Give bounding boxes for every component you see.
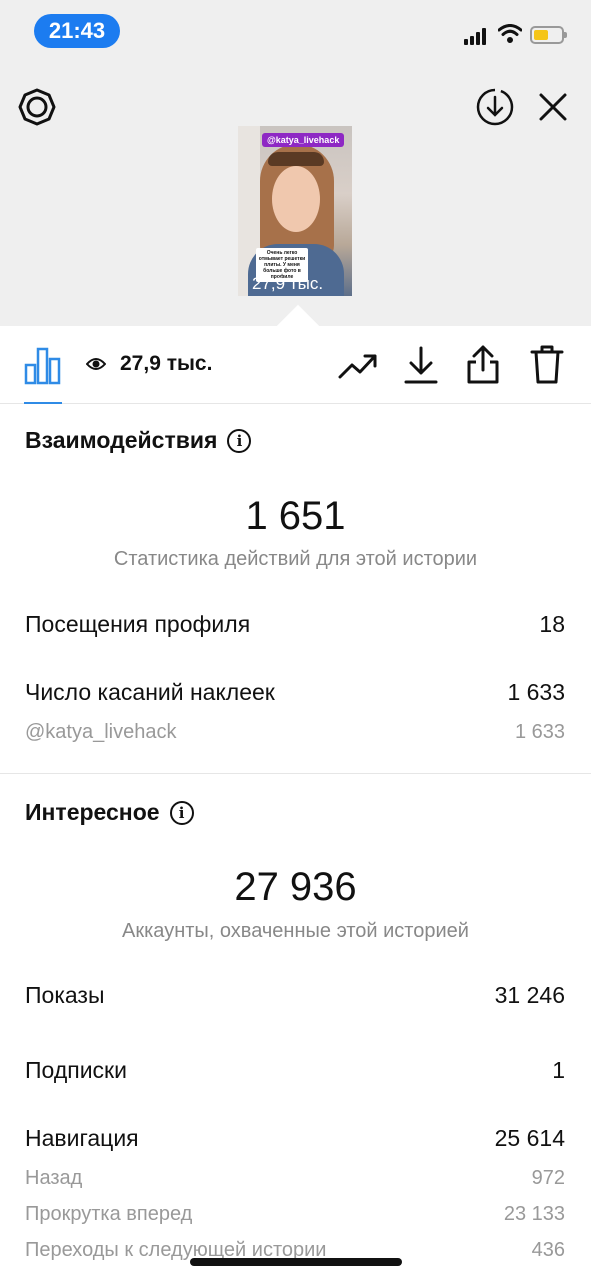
trending-icon[interactable] <box>336 346 380 386</box>
row-label: Число касаний наклеек <box>25 679 275 705</box>
interactions-subtitle: Статистика действий для этой истории <box>113 548 478 570</box>
row-label: Навигация <box>25 1125 139 1151</box>
share-icon[interactable] <box>462 342 504 386</box>
story-thumbnail[interactable]: @katya_livehack Очень легко отмывает реш… <box>238 126 352 296</box>
active-tab-indicator <box>24 402 62 404</box>
row-label: Прокрутка вперед <box>25 1203 193 1225</box>
interactions-heading: Взаимодействия i <box>25 427 252 454</box>
row-label: Назад <box>25 1167 83 1189</box>
download-icon[interactable] <box>400 344 442 386</box>
story-toolbar: 27,9 тыс. <box>0 326 591 404</box>
row-value: 23 133 <box>503 1203 565 1225</box>
list-item: Назад 972 <box>25 1167 565 1190</box>
discovery-subtitle: Аккаунты, охваченные этой историей <box>122 920 469 942</box>
interactions-total: 1 651 <box>245 494 346 538</box>
list-item: Посещения профиля 18 <box>25 611 565 638</box>
row-label[interactable]: @katya_livehack <box>25 721 176 744</box>
interactions-title: Взаимодействия <box>25 427 218 453</box>
row-label: Показы <box>25 982 105 1008</box>
list-item: Показы 31 246 <box>25 982 565 1009</box>
row-value: 1 <box>552 1057 565 1083</box>
discovery-total: 27 936 <box>234 865 357 909</box>
views-count[interactable]: 27,9 тыс. <box>86 352 212 376</box>
info-icon[interactable]: i <box>169 800 194 825</box>
row-value: 1 633 <box>514 721 565 743</box>
section-divider <box>0 773 591 774</box>
list-item: Навигация 25 614 <box>25 1125 565 1152</box>
list-item[interactable]: @katya_livehack 1 633 <box>25 721 565 744</box>
discovery-title: Интересное <box>25 799 160 825</box>
cellular-signal-icon <box>464 27 490 45</box>
eye-icon <box>86 358 106 370</box>
mention-sticker: @katya_livehack <box>262 133 345 147</box>
home-indicator[interactable] <box>190 1258 402 1266</box>
row-label: Подписки <box>25 1057 127 1083</box>
story-views-overlay: 27,9 тыс. <box>252 274 324 293</box>
status-time: 21:43 <box>34 14 120 48</box>
discovery-heading: Интересное i <box>25 799 194 826</box>
info-icon[interactable]: i <box>227 428 252 453</box>
row-label: Посещения профиля <box>25 611 251 637</box>
battery-icon <box>530 26 567 44</box>
row-value: 25 614 <box>494 1125 565 1151</box>
close-icon[interactable] <box>534 88 572 126</box>
wifi-icon <box>498 24 522 43</box>
row-value: 972 <box>531 1167 565 1189</box>
save-download-icon[interactable] <box>474 86 516 128</box>
insights-bar-chart-icon[interactable] <box>22 344 64 386</box>
list-item: Число касаний наклеек 1 633 <box>25 679 565 706</box>
row-value: 436 <box>531 1239 565 1261</box>
list-item: Прокрутка вперед 23 133 <box>25 1203 565 1226</box>
settings-gear-icon[interactable] <box>16 86 58 128</box>
list-item: Подписки 1 <box>25 1057 565 1084</box>
row-value: 31 246 <box>494 982 565 1008</box>
row-value: 1 633 <box>507 679 565 705</box>
row-value: 18 <box>539 611 565 637</box>
views-count-label: 27,9 тыс. <box>120 352 213 375</box>
delete-trash-icon[interactable] <box>526 342 568 386</box>
